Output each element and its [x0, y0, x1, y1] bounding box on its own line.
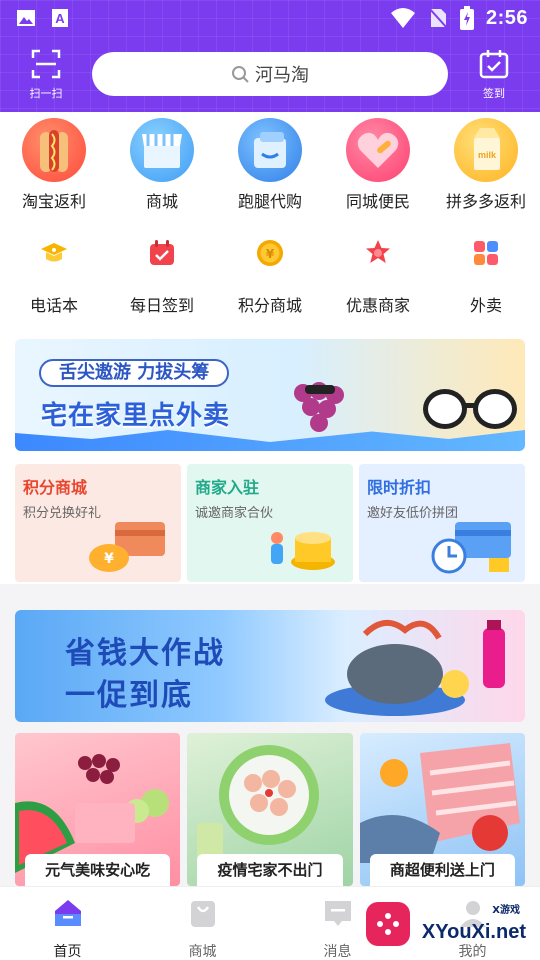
- seafood-illustration: [325, 620, 505, 716]
- svg-text:¥: ¥: [266, 247, 275, 261]
- coins-people-illustration: [271, 532, 335, 570]
- category-local-service[interactable]: 同城便民: [324, 118, 432, 212]
- promo-card-merchant[interactable]: 商家入驻 诚邀商家合伙: [187, 464, 353, 582]
- tool-takeout[interactable]: 外卖: [432, 238, 540, 316]
- promo-title: 积分商城: [23, 478, 88, 497]
- app-notification-icon: A: [52, 9, 68, 27]
- category-label: 商城: [145, 192, 178, 211]
- sunglasses-illustration: [423, 389, 517, 429]
- bag-icon: [238, 118, 302, 182]
- search-input[interactable]: 河马淘: [92, 52, 448, 96]
- scan-icon: [31, 49, 61, 79]
- tool-label: 优惠商家: [345, 296, 410, 315]
- tab-label: 商城: [188, 944, 217, 960]
- message-icon: [324, 901, 351, 926]
- category-pdd-rebate[interactable]: milk 拼多多返利: [432, 118, 540, 212]
- apps-grid-icon: [471, 238, 501, 268]
- milk-icon: milk: [454, 118, 518, 182]
- product-tile-fruit[interactable]: 元气美味安心吃: [15, 733, 181, 886]
- hotdog-icon: [22, 118, 86, 182]
- battery-icon: [459, 6, 474, 30]
- tab-label: 首页: [53, 944, 82, 960]
- gift-card-illustration: ¥: [89, 522, 165, 572]
- site-watermark: X游戏 XYouXi.net: [364, 898, 534, 948]
- product-caption: 元气美味安心吃: [25, 854, 171, 886]
- tab-home[interactable]: 首页: [0, 887, 135, 960]
- product-caption: 疫情宅家不出门: [197, 854, 343, 886]
- watermark-text: XYouXi.net: [421, 921, 526, 943]
- coin-icon: ¥: [255, 238, 285, 268]
- tool-daily-checkin[interactable]: 每日签到: [108, 238, 216, 316]
- tool-points-mall[interactable]: ¥ 积分商城: [216, 238, 324, 316]
- star-badge-icon: [363, 238, 393, 268]
- promo-title: 限时折扣: [367, 478, 432, 497]
- watermark-sub: X游戏: [492, 905, 520, 916]
- savings-banner[interactable]: 省钱大作战 一促到底: [15, 610, 525, 722]
- shopping-bag-icon: [190, 901, 215, 927]
- home-icon: [54, 900, 81, 926]
- sign-label: 签到: [483, 87, 505, 100]
- category-errand[interactable]: 跑腿代购: [216, 118, 324, 212]
- banner-pill: 舌尖遨游 力拔头筹: [39, 359, 230, 387]
- tool-phonebook[interactable]: 电话本: [0, 238, 108, 316]
- tool-row: 电话本 每日签到 ¥ 积分商城 优惠商家 外卖: [0, 238, 540, 316]
- svg-text:A: A: [55, 11, 65, 26]
- top-bar: 扫一扫 河马淘 签到: [0, 44, 540, 104]
- grape-illustration: [294, 382, 344, 432]
- tab-mall[interactable]: 商城: [135, 887, 270, 960]
- search-icon: [232, 66, 249, 83]
- category-row: 淘宝返利 商城 跑腿代购 同城便民 milk 拼多多返利: [0, 118, 540, 212]
- tool-label: 每日签到: [129, 296, 194, 315]
- header: A 2:56 扫一扫 河马淘 签到: [0, 0, 540, 112]
- category-mall[interactable]: 商城: [108, 118, 216, 212]
- scan-label: 扫一扫: [29, 87, 63, 100]
- clock-card-illustration: [431, 522, 511, 574]
- scan-button[interactable]: 扫一扫: [18, 48, 74, 102]
- gallery-notification-icon: [17, 10, 35, 26]
- graduation-cap-icon: [39, 238, 69, 268]
- tool-discount-merchants[interactable]: 优惠商家: [324, 238, 432, 316]
- category-label: 淘宝返利: [21, 192, 86, 211]
- tool-label: 外卖: [469, 296, 502, 315]
- category-label: 跑腿代购: [237, 192, 302, 211]
- no-sim-icon: [428, 7, 448, 29]
- tool-label: 电话本: [29, 296, 78, 315]
- product-tile-meat[interactable]: 商超便利送上门: [359, 733, 525, 886]
- wifi-icon: [390, 8, 415, 28]
- banner-title-line2: 一促到底: [65, 678, 193, 713]
- gamepad-logo-icon: [366, 902, 410, 946]
- banner-title-line1: 省钱大作战: [65, 636, 225, 671]
- promo-cards: 积分商城 积分兑换好礼 ¥ 商家入驻 诚邀商家合伙 限时折扣 邀好友低价拼团: [15, 464, 525, 582]
- product-caption: 商超便利送上门: [369, 854, 515, 886]
- takeout-banner[interactable]: 舌尖遨游 力拔头筹 宅在家里点外卖: [15, 339, 525, 451]
- promo-card-discount[interactable]: 限时折扣 邀好友低价拼团: [359, 464, 525, 582]
- status-bar: A 2:56: [0, 0, 540, 36]
- category-label: 拼多多返利: [445, 192, 526, 211]
- svg-text:milk: milk: [478, 150, 497, 160]
- category-taobao-rebate[interactable]: 淘宝返利: [0, 118, 108, 212]
- shop-icon: [130, 118, 194, 182]
- promo-title: 商家入驻: [195, 478, 260, 497]
- app-screen: A 2:56 扫一扫 河马淘 签到 淘宝返利 商城 跑腿代购 同城便民 milk…: [0, 0, 540, 960]
- sign-in-button[interactable]: 签到: [466, 48, 522, 102]
- product-tile-shrimp[interactable]: 疫情宅家不出门: [187, 733, 353, 886]
- heart-icon: [346, 118, 410, 182]
- category-label: 同城便民: [345, 192, 410, 211]
- calendar-sign-icon: [479, 50, 509, 79]
- search-placeholder: 河马淘: [255, 65, 309, 86]
- product-tiles: 元气美味安心吃 疫情宅家不出门 商超便利送上门: [15, 733, 525, 886]
- banner-title: 宅在家里点外卖: [41, 401, 231, 431]
- calendar-check-icon: [147, 238, 177, 268]
- tool-label: 积分商城: [237, 296, 302, 315]
- promo-card-points[interactable]: 积分商城 积分兑换好礼 ¥: [15, 464, 181, 582]
- svg-text:¥: ¥: [104, 551, 114, 567]
- status-time: 2:56: [485, 6, 528, 29]
